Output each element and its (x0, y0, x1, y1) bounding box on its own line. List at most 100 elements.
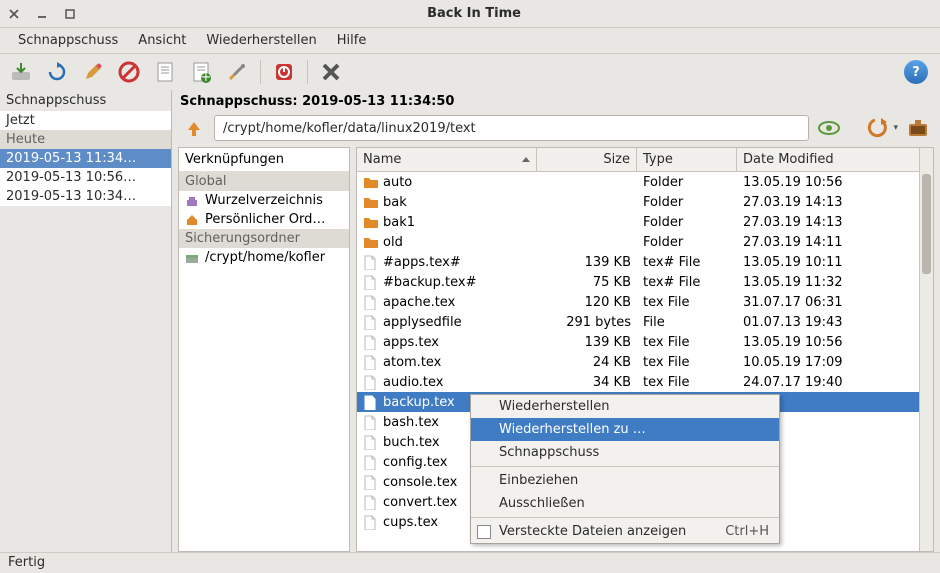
file-row[interactable]: atom.tex24 KBtex File10.05.19 17:09 (357, 352, 919, 372)
log-last-button[interactable]: + (186, 57, 216, 87)
context-menu-label: Versteckte Dateien anzeigen (499, 524, 686, 539)
context-menu-label: Wiederherstellen (499, 399, 609, 414)
menu-view[interactable]: Ansicht (128, 30, 196, 51)
file-row[interactable]: autoFolder13.05.19 10:56 (357, 172, 919, 192)
file-type: tex File (637, 355, 737, 370)
shortcuts-group-global: Global (179, 172, 349, 191)
context-menu: Wiederherstellen Wiederherstellen zu … Sch… (470, 394, 780, 544)
sidebar-item-snapshot[interactable]: 2019-05-13 10:56… (0, 168, 171, 187)
file-icon (363, 275, 377, 289)
sidebar-header: Schnappschuss (0, 90, 171, 111)
shutdown-button[interactable] (269, 57, 299, 87)
maximize-icon[interactable] (64, 8, 76, 20)
file-icon (363, 435, 377, 449)
file-icon (363, 255, 377, 269)
column-date[interactable]: Date Modified (737, 148, 919, 171)
titlebar: Back In Time (0, 0, 940, 28)
file-row[interactable]: oldFolder27.03.19 14:11 (357, 232, 919, 252)
file-date: 27.03.19 14:11 (737, 235, 919, 250)
file-row[interactable]: bak Folder27.03.19 14:13 (357, 192, 919, 212)
file-date: 01.07.13 19:43 (737, 315, 919, 330)
up-folder-button[interactable] (180, 115, 208, 141)
toolbar: + ? (0, 54, 940, 90)
file-row[interactable]: #apps.tex#139 KBtex# File13.05.19 10:11 (357, 252, 919, 272)
snapshots-button[interactable] (904, 115, 932, 141)
edit-button[interactable] (78, 57, 108, 87)
file-size: 120 KB (537, 295, 637, 310)
statusbar: Fertig (0, 552, 940, 573)
file-row[interactable]: apache.tex120 KBtex File31.07.17 06:31 (357, 292, 919, 312)
column-size[interactable]: Size (537, 148, 637, 171)
file-type: Folder (637, 215, 737, 230)
log-button[interactable] (150, 57, 180, 87)
file-type: tex# File (637, 275, 737, 290)
scrollbar[interactable] (919, 148, 933, 551)
file-type: Folder (637, 195, 737, 210)
menu-help[interactable]: Hilfe (327, 30, 377, 51)
context-menu-item[interactable]: Wiederherstellen (471, 395, 779, 418)
file-name: applysedfile (383, 315, 462, 330)
path-input[interactable] (214, 115, 809, 141)
sidebar-item-snapshot[interactable]: 2019-05-13 11:34… (0, 149, 171, 168)
file-row[interactable]: #backup.tex#75 KBtex# File13.05.19 11:32 (357, 272, 919, 292)
file-name: cups.tex (383, 515, 438, 530)
menu-restore[interactable]: Wiederherstellen (196, 30, 326, 51)
sidebar-item-snapshot[interactable]: 2019-05-13 10:34… (0, 187, 171, 206)
settings-button[interactable] (222, 57, 252, 87)
file-date: 27.03.19 14:13 (737, 195, 919, 210)
file-row[interactable]: bak1Folder27.03.19 14:13 (357, 212, 919, 232)
file-name: bak1 (383, 215, 415, 230)
close-icon[interactable] (8, 8, 20, 20)
file-type: tex File (637, 335, 737, 350)
shortcut-backup-path[interactable]: /crypt/home/kofler (179, 248, 349, 267)
context-menu-shortcut: Ctrl+H (725, 524, 769, 539)
exit-button[interactable] (316, 57, 346, 87)
scroll-thumb[interactable] (922, 174, 931, 274)
shortcut-home[interactable]: Persönlicher Ord… (179, 210, 349, 229)
context-menu-item[interactable]: Einbeziehen (471, 469, 779, 492)
context-menu-item[interactable]: Versteckte Dateien anzeigen Ctrl+H (471, 520, 779, 543)
file-name: audio.tex (383, 375, 444, 390)
file-icon (363, 415, 377, 429)
help-button[interactable]: ? (904, 60, 928, 84)
show-hidden-button[interactable] (815, 115, 843, 141)
folder-icon (363, 215, 377, 229)
file-size: 34 KB (537, 375, 637, 390)
shortcuts-header: Verknüpfungen (179, 148, 349, 172)
file-size: 291 bytes (537, 315, 637, 330)
file-name: backup.tex (383, 395, 455, 410)
take-snapshot-button[interactable] (6, 57, 36, 87)
context-menu-item[interactable]: Ausschließen (471, 492, 779, 515)
shortcut-root[interactable]: Wurzelverzeichnis (179, 191, 349, 210)
file-name: bak (383, 195, 407, 210)
restore-button[interactable] (863, 115, 891, 141)
context-menu-item[interactable]: Schnappschuss (471, 441, 779, 464)
file-name: convert.tex (383, 495, 457, 510)
sidebar-item-now[interactable]: Jetzt (0, 111, 171, 130)
file-date: 13.05.19 10:56 (737, 175, 919, 190)
file-name: console.tex (383, 475, 457, 490)
file-icon (363, 515, 377, 529)
file-name: atom.tex (383, 355, 441, 370)
svg-text:+: + (201, 70, 211, 83)
folder-icon (363, 235, 377, 249)
column-type[interactable]: Type (637, 148, 737, 171)
minimize-icon[interactable] (36, 8, 48, 20)
file-row[interactable]: audio.tex34 KBtex File24.07.17 19:40 (357, 372, 919, 392)
file-date: 24.07.17 19:40 (737, 375, 919, 390)
menu-snapshot[interactable]: Schnappschuss (8, 30, 128, 51)
context-menu-separator (471, 466, 779, 467)
file-icon (363, 455, 377, 469)
context-menu-item[interactable]: Wiederherstellen zu … (471, 418, 779, 441)
sort-ascending-icon (522, 157, 530, 162)
file-type: Folder (637, 235, 737, 250)
file-row[interactable]: apps.tex139 KBtex File13.05.19 10:56 (357, 332, 919, 352)
refresh-button[interactable] (42, 57, 72, 87)
file-size: 75 KB (537, 275, 637, 290)
remove-button[interactable] (114, 57, 144, 87)
file-name: #apps.tex# (383, 255, 461, 270)
context-menu-label: Wiederherstellen zu … (499, 422, 646, 437)
file-row[interactable]: applysedfile291 bytesFile01.07.13 19:43 (357, 312, 919, 332)
column-name[interactable]: Name (357, 148, 537, 171)
file-icon (363, 495, 377, 509)
